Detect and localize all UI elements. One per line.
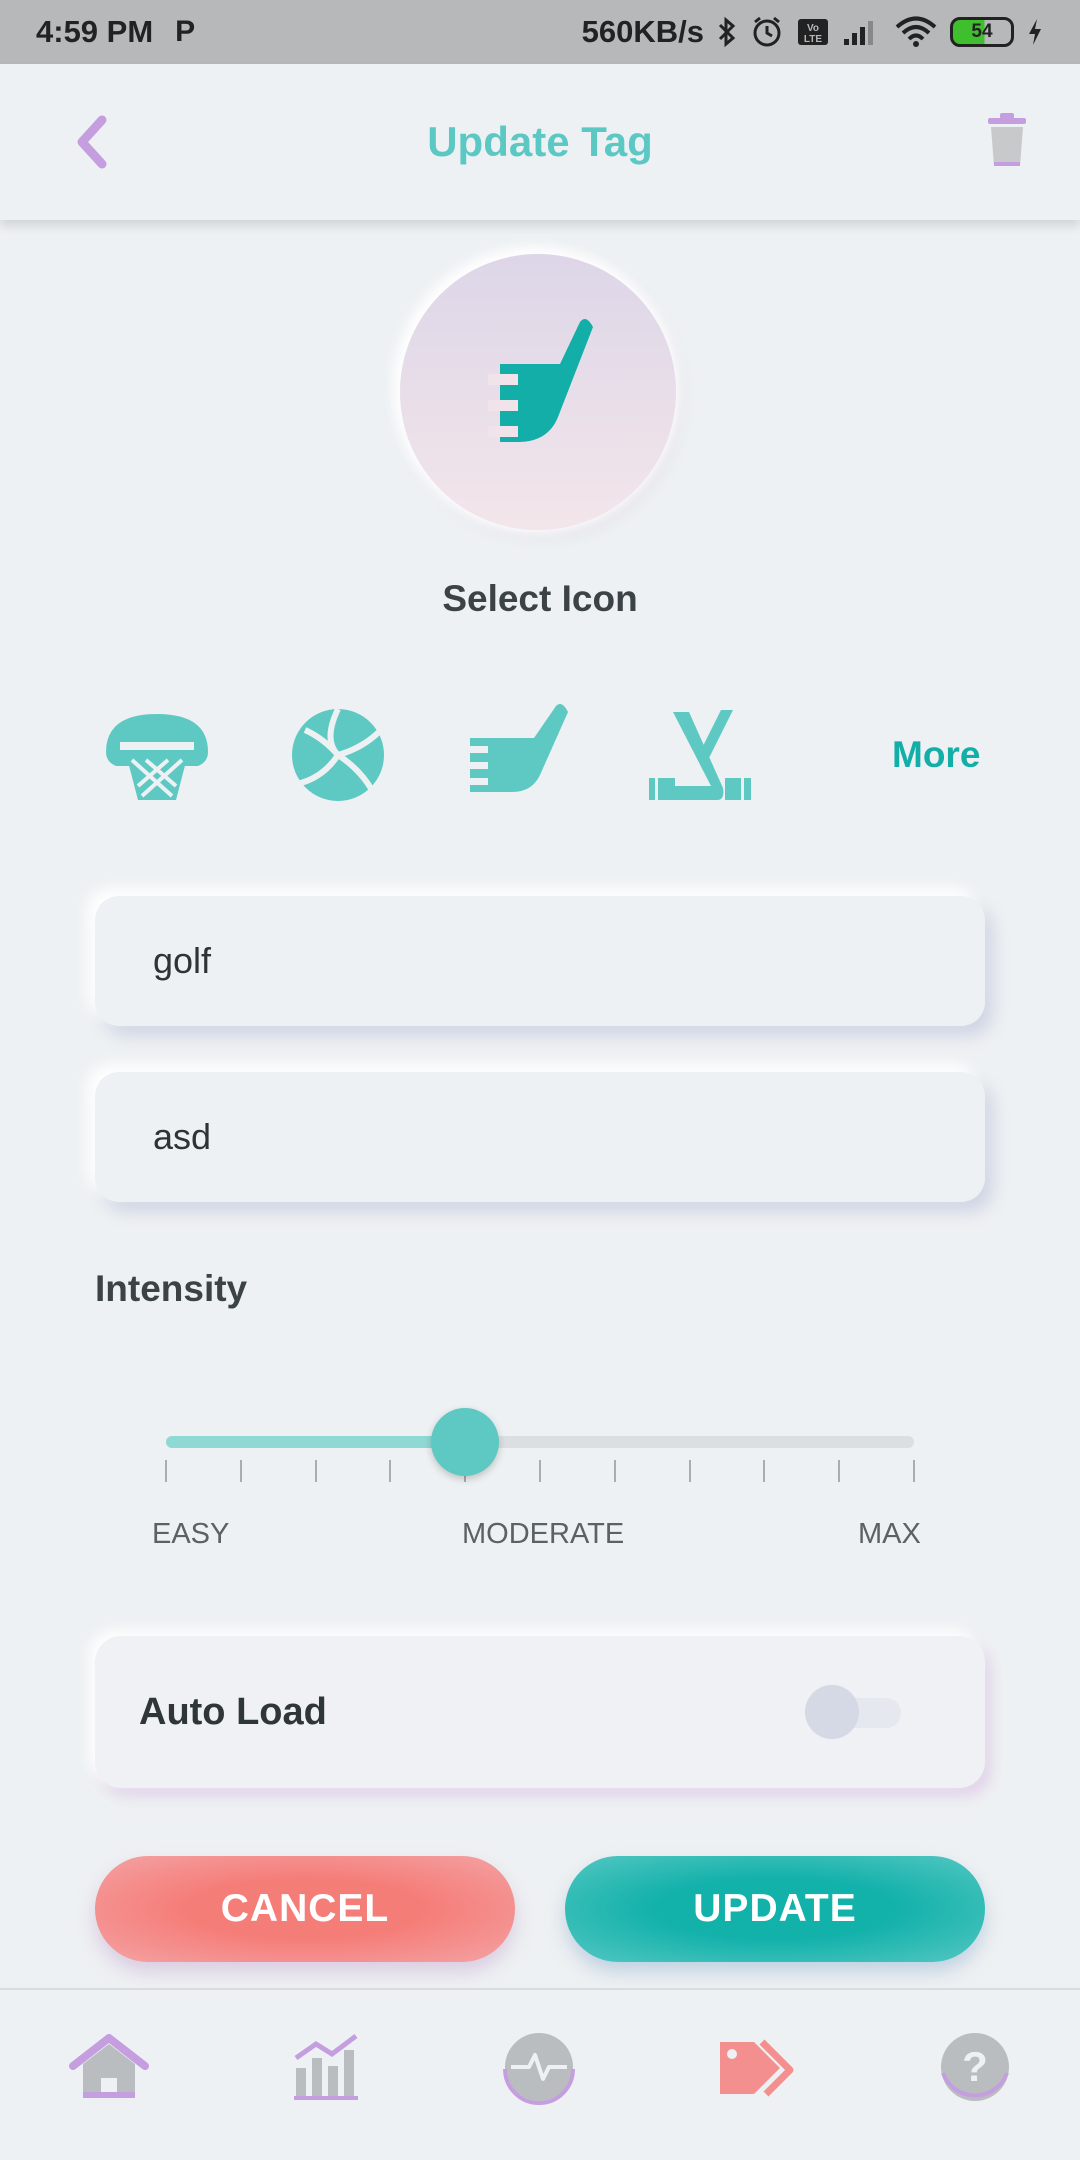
- volleyball-icon[interactable]: [283, 700, 393, 810]
- intensity-slider-fill: [166, 1436, 466, 1448]
- intensity-tick: [613, 1460, 616, 1482]
- intensity-tick: [314, 1460, 317, 1482]
- intensity-tick: [688, 1460, 691, 1482]
- heartbeat-icon[interactable]: [494, 2022, 584, 2112]
- help-icon[interactable]: ?: [930, 2022, 1020, 2112]
- svg-text:LTE: LTE: [804, 34, 822, 45]
- trash-icon[interactable]: [982, 110, 1032, 170]
- tags-icon[interactable]: [712, 2022, 802, 2112]
- intensity-tick: [838, 1460, 841, 1482]
- battery-icon: 54: [950, 17, 1014, 47]
- status-bar: 4:59 PM P 560KB/s Vo LTE 54: [0, 0, 1080, 64]
- intensity-tick: [913, 1460, 915, 1482]
- tag-description-field[interactable]: asd: [95, 1072, 985, 1202]
- battery-level: 54: [971, 21, 993, 42]
- home-icon[interactable]: [64, 2022, 154, 2112]
- status-time: 4:59 PM: [36, 14, 154, 49]
- selected-icon-preview[interactable]: [400, 254, 676, 530]
- intensity-tick: [389, 1460, 392, 1482]
- golf-club-icon: [488, 318, 593, 442]
- intensity-max-label: MAX: [858, 1518, 921, 1550]
- intensity-tick: [239, 1460, 242, 1482]
- toggle-knob: [805, 1685, 859, 1739]
- intensity-easy-label: EASY: [152, 1518, 230, 1550]
- intensity-label: Intensity: [95, 1268, 248, 1309]
- more-link[interactable]: More: [892, 734, 980, 776]
- hockey-sticks-icon[interactable]: [645, 700, 755, 810]
- basketball-hoop-icon[interactable]: [102, 700, 212, 810]
- tag-name-field[interactable]: golf: [95, 896, 985, 1026]
- select-icon-label: Select Icon: [442, 578, 638, 619]
- page-title: Update Tag: [427, 118, 653, 165]
- charging-icon: [1026, 17, 1044, 47]
- volte-icon: Vo LTE: [796, 16, 830, 48]
- svg-text:Vo: Vo: [807, 23, 819, 34]
- intensity-tick: [763, 1460, 766, 1482]
- network-speed: 560KB/s: [581, 14, 704, 49]
- bluetooth-icon: [716, 16, 738, 48]
- auto-load-card: Auto Load: [95, 1636, 985, 1788]
- cancel-button[interactable]: CANCEL: [95, 1856, 515, 1962]
- p-icon: P: [175, 15, 196, 48]
- signal-icon: [842, 17, 882, 47]
- alarm-icon: [750, 15, 784, 49]
- auto-load-label: Auto Load: [139, 1690, 327, 1733]
- golf-club-icon[interactable]: [464, 700, 574, 810]
- intensity-tick: [165, 1460, 167, 1482]
- auto-load-toggle[interactable]: [805, 1685, 905, 1739]
- bottom-nav: ?: [0, 1988, 1080, 2160]
- svg-text:?: ?: [962, 2043, 988, 2090]
- update-button[interactable]: UPDATE: [565, 1856, 985, 1962]
- app-bar: Update Tag: [0, 64, 1080, 220]
- chart-icon[interactable]: [283, 2022, 373, 2112]
- chevron-left-icon[interactable]: [68, 112, 116, 172]
- intensity-tick: [539, 1460, 541, 1482]
- intensity-moderate-label: MODERATE: [462, 1518, 625, 1550]
- intensity-slider-thumb[interactable]: [431, 1408, 500, 1476]
- wifi-icon: [894, 16, 938, 48]
